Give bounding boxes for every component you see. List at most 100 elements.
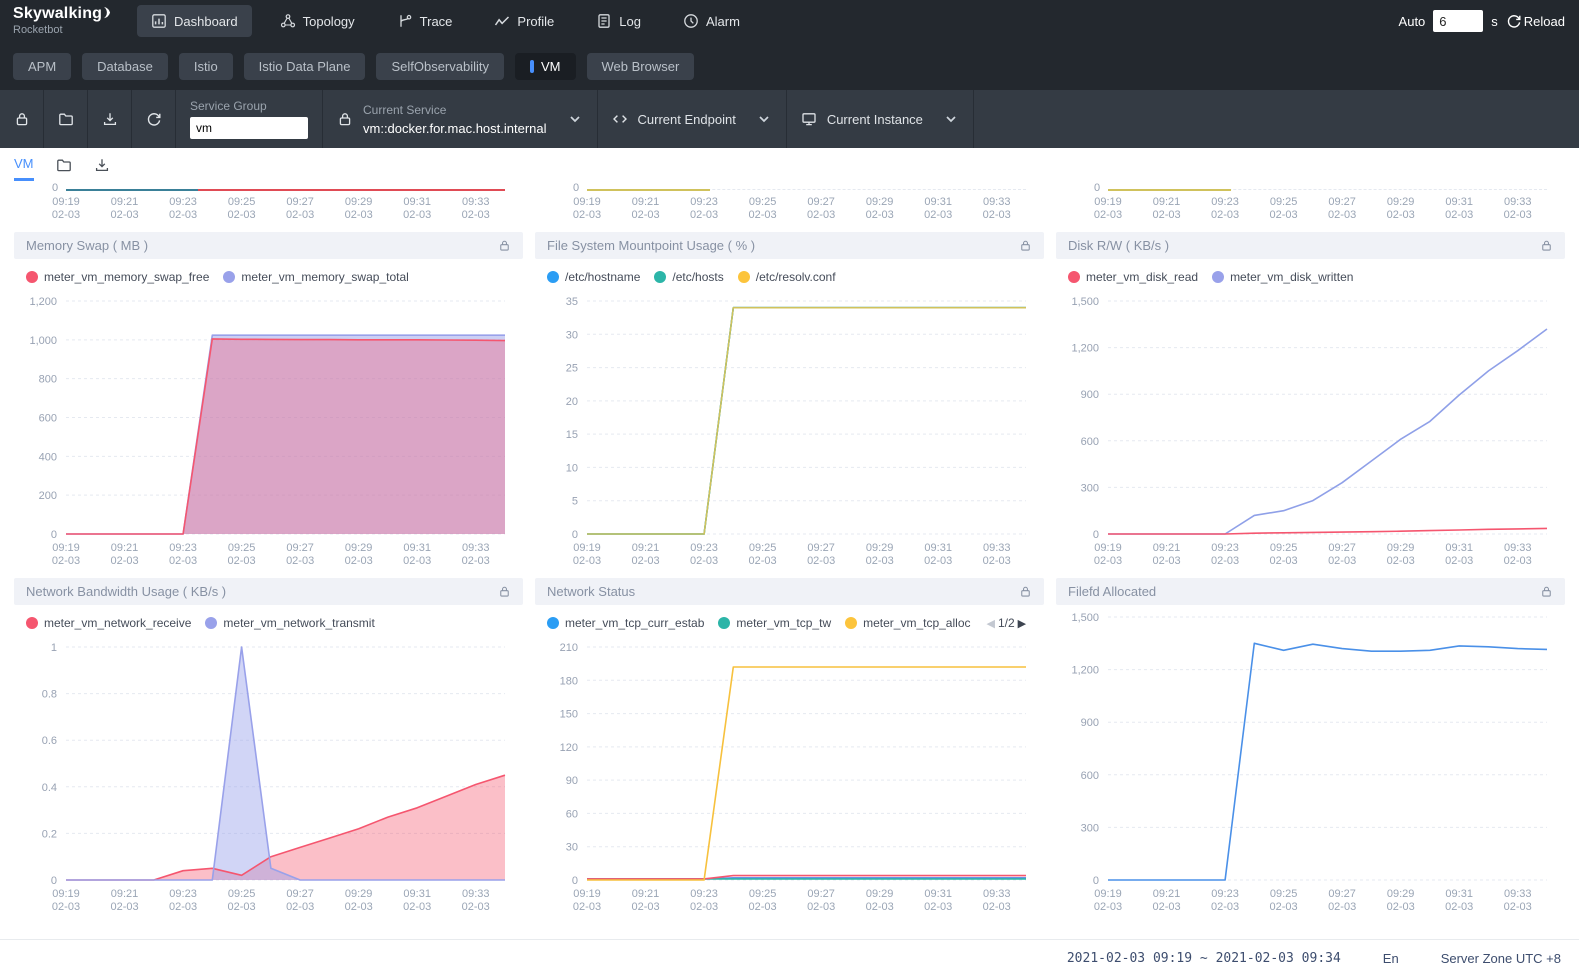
legend-item[interactable]: meter_vm_disk_read xyxy=(1068,270,1198,284)
svg-text:02-03: 02-03 xyxy=(1211,901,1239,913)
svg-text:0.4: 0.4 xyxy=(42,782,57,794)
dashboard-tab-selfobservability[interactable]: SelfObservability xyxy=(376,53,504,80)
dashboard-tab-istio[interactable]: Istio xyxy=(179,53,233,80)
x-axis-tick-label: 09:2302-03 xyxy=(1211,196,1239,222)
folder-icon[interactable] xyxy=(56,157,72,173)
dashboard-tab-label: APM xyxy=(28,59,56,74)
current-instance-selector[interactable]: Current Instance xyxy=(787,90,974,148)
lock-icon[interactable] xyxy=(498,585,511,598)
charts-grid: Memory Swap ( MB )meter_vm_memory_swap_f… xyxy=(14,232,1565,920)
svg-text:09:31: 09:31 xyxy=(924,888,952,900)
dashboard-tab-database[interactable]: Database xyxy=(82,53,168,80)
legend-dot xyxy=(1068,271,1080,283)
dashboard-tab-vm[interactable]: VM xyxy=(515,53,576,80)
service-lock-icon xyxy=(337,111,353,127)
chart-disk-r-w-kb-s: 03006009001,2001,50009:1902-0309:2102-03… xyxy=(1056,289,1565,574)
dashboard-tab-apm[interactable]: APM xyxy=(13,53,71,80)
legend-item[interactable]: /etc/hosts xyxy=(654,270,723,284)
lock-icon[interactable] xyxy=(1540,239,1553,252)
time-range[interactable]: 2021-02-03 09:19 ~ 2021-02-03 09:34 xyxy=(1067,951,1341,966)
svg-text:09:33: 09:33 xyxy=(983,542,1011,554)
legend-item[interactable]: meter_vm_tcp_alloc xyxy=(845,616,970,630)
svg-text:1,200: 1,200 xyxy=(1071,343,1099,355)
svg-text:09:29: 09:29 xyxy=(866,888,894,900)
legend-dot xyxy=(547,617,559,629)
svg-text:09:25: 09:25 xyxy=(1270,542,1298,554)
legend-item[interactable]: /etc/resolv.conf xyxy=(738,270,836,284)
dashboard-tab-istio-data-plane[interactable]: Istio Data Plane xyxy=(244,53,366,80)
nav-item-label: Topology xyxy=(303,14,355,29)
svg-text:02-03: 02-03 xyxy=(403,901,431,913)
svg-text:09:19: 09:19 xyxy=(1094,542,1122,554)
svg-text:09:21: 09:21 xyxy=(111,888,139,900)
current-endpoint-selector[interactable]: Current Endpoint xyxy=(598,90,787,148)
lock-icon[interactable] xyxy=(1019,239,1032,252)
legend-prev-icon[interactable]: ◀ xyxy=(987,617,995,630)
refresh-button[interactable] xyxy=(132,90,176,148)
legend-dot xyxy=(1212,271,1224,283)
legend-item[interactable]: meter_vm_disk_written xyxy=(1212,270,1353,284)
svg-text:0: 0 xyxy=(51,875,57,887)
svg-text:09:25: 09:25 xyxy=(228,888,256,900)
nav-item-log[interactable]: Log xyxy=(582,5,655,37)
x-axis-tick-label: 09:3102-03 xyxy=(403,196,431,222)
lock-icon[interactable] xyxy=(1540,585,1553,598)
auto-interval-input[interactable] xyxy=(1433,10,1483,32)
legend-dot xyxy=(26,271,38,283)
subtab-vm[interactable]: VM xyxy=(14,156,34,181)
nav-item-alarm[interactable]: Alarm xyxy=(669,5,754,37)
svg-text:02-03: 02-03 xyxy=(1211,555,1239,567)
lock-icon xyxy=(14,111,30,127)
dashboard-tab-web-browser[interactable]: Web Browser xyxy=(587,53,695,80)
nav-item-topology[interactable]: Topology xyxy=(266,5,369,37)
legend-item[interactable]: /etc/hostname xyxy=(547,270,640,284)
active-tab-underline xyxy=(14,178,34,181)
topology-icon xyxy=(280,13,296,29)
panel-memory-swap-mb: Memory Swap ( MB )meter_vm_memory_swap_f… xyxy=(14,232,523,574)
export-button[interactable] xyxy=(88,90,132,148)
current-service-selector[interactable]: Current Service vm::docker.for.mac.host.… xyxy=(323,90,598,148)
lock-icon[interactable] xyxy=(1019,585,1032,598)
legend-item[interactable]: meter_vm_tcp_tw xyxy=(718,616,831,630)
charts-area: 009:1902-0309:2102-0309:2302-0309:2502-0… xyxy=(0,188,1579,920)
legend-item[interactable]: meter_vm_memory_swap_free xyxy=(26,270,209,284)
panel-header: Network Status xyxy=(535,578,1044,605)
lock-icon[interactable] xyxy=(498,239,511,252)
lock-button[interactable] xyxy=(0,90,44,148)
svg-text:09:25: 09:25 xyxy=(228,542,256,554)
chevron-down-icon xyxy=(943,111,959,127)
svg-text:02-03: 02-03 xyxy=(110,901,138,913)
svg-text:02-03: 02-03 xyxy=(866,555,894,567)
svg-text:02-03: 02-03 xyxy=(169,901,197,913)
folder-icon xyxy=(58,111,74,127)
svg-text:09:31: 09:31 xyxy=(1445,542,1473,554)
dashboard-tab-label: Web Browser xyxy=(602,59,680,74)
language-toggle[interactable]: En xyxy=(1383,951,1399,966)
folder-button[interactable] xyxy=(44,90,88,148)
legend-item[interactable]: meter_vm_tcp_curr_estab xyxy=(547,616,704,630)
svg-text:300: 300 xyxy=(1081,822,1099,834)
svg-text:0.8: 0.8 xyxy=(42,689,57,701)
legend-item[interactable]: meter_vm_network_receive xyxy=(26,616,191,630)
legend-item[interactable]: meter_vm_network_transmit xyxy=(205,616,374,630)
nav-item-trace[interactable]: Trace xyxy=(383,5,467,37)
current-endpoint-label: Current Endpoint xyxy=(638,112,736,127)
svg-text:09:27: 09:27 xyxy=(286,542,314,554)
svg-text:02-03: 02-03 xyxy=(1504,901,1532,913)
nav-item-dashboard[interactable]: Dashboard xyxy=(137,5,252,37)
legend-dot xyxy=(738,271,750,283)
panel-header: Filefd Allocated xyxy=(1056,578,1565,605)
download-icon[interactable] xyxy=(94,157,110,173)
y-axis-zero-label: 0 xyxy=(52,182,58,194)
svg-text:120: 120 xyxy=(560,742,578,754)
svg-text:02-03: 02-03 xyxy=(1094,901,1122,913)
legend-pagination: ◀1/2▶ xyxy=(987,616,1027,630)
legend-next-icon[interactable]: ▶ xyxy=(1018,617,1026,630)
panel-file-system-mountpoint-usage: File System Mountpoint Usage ( % )/etc/h… xyxy=(535,232,1044,574)
legend-label: meter_vm_network_receive xyxy=(44,616,191,630)
nav-item-profile[interactable]: Profile xyxy=(480,5,568,37)
reload-button[interactable]: Reload xyxy=(1506,13,1565,29)
legend-item[interactable]: meter_vm_memory_swap_total xyxy=(223,270,408,284)
x-axis-tick-label: 09:3102-03 xyxy=(924,196,952,222)
service-group-input[interactable] xyxy=(190,117,308,139)
